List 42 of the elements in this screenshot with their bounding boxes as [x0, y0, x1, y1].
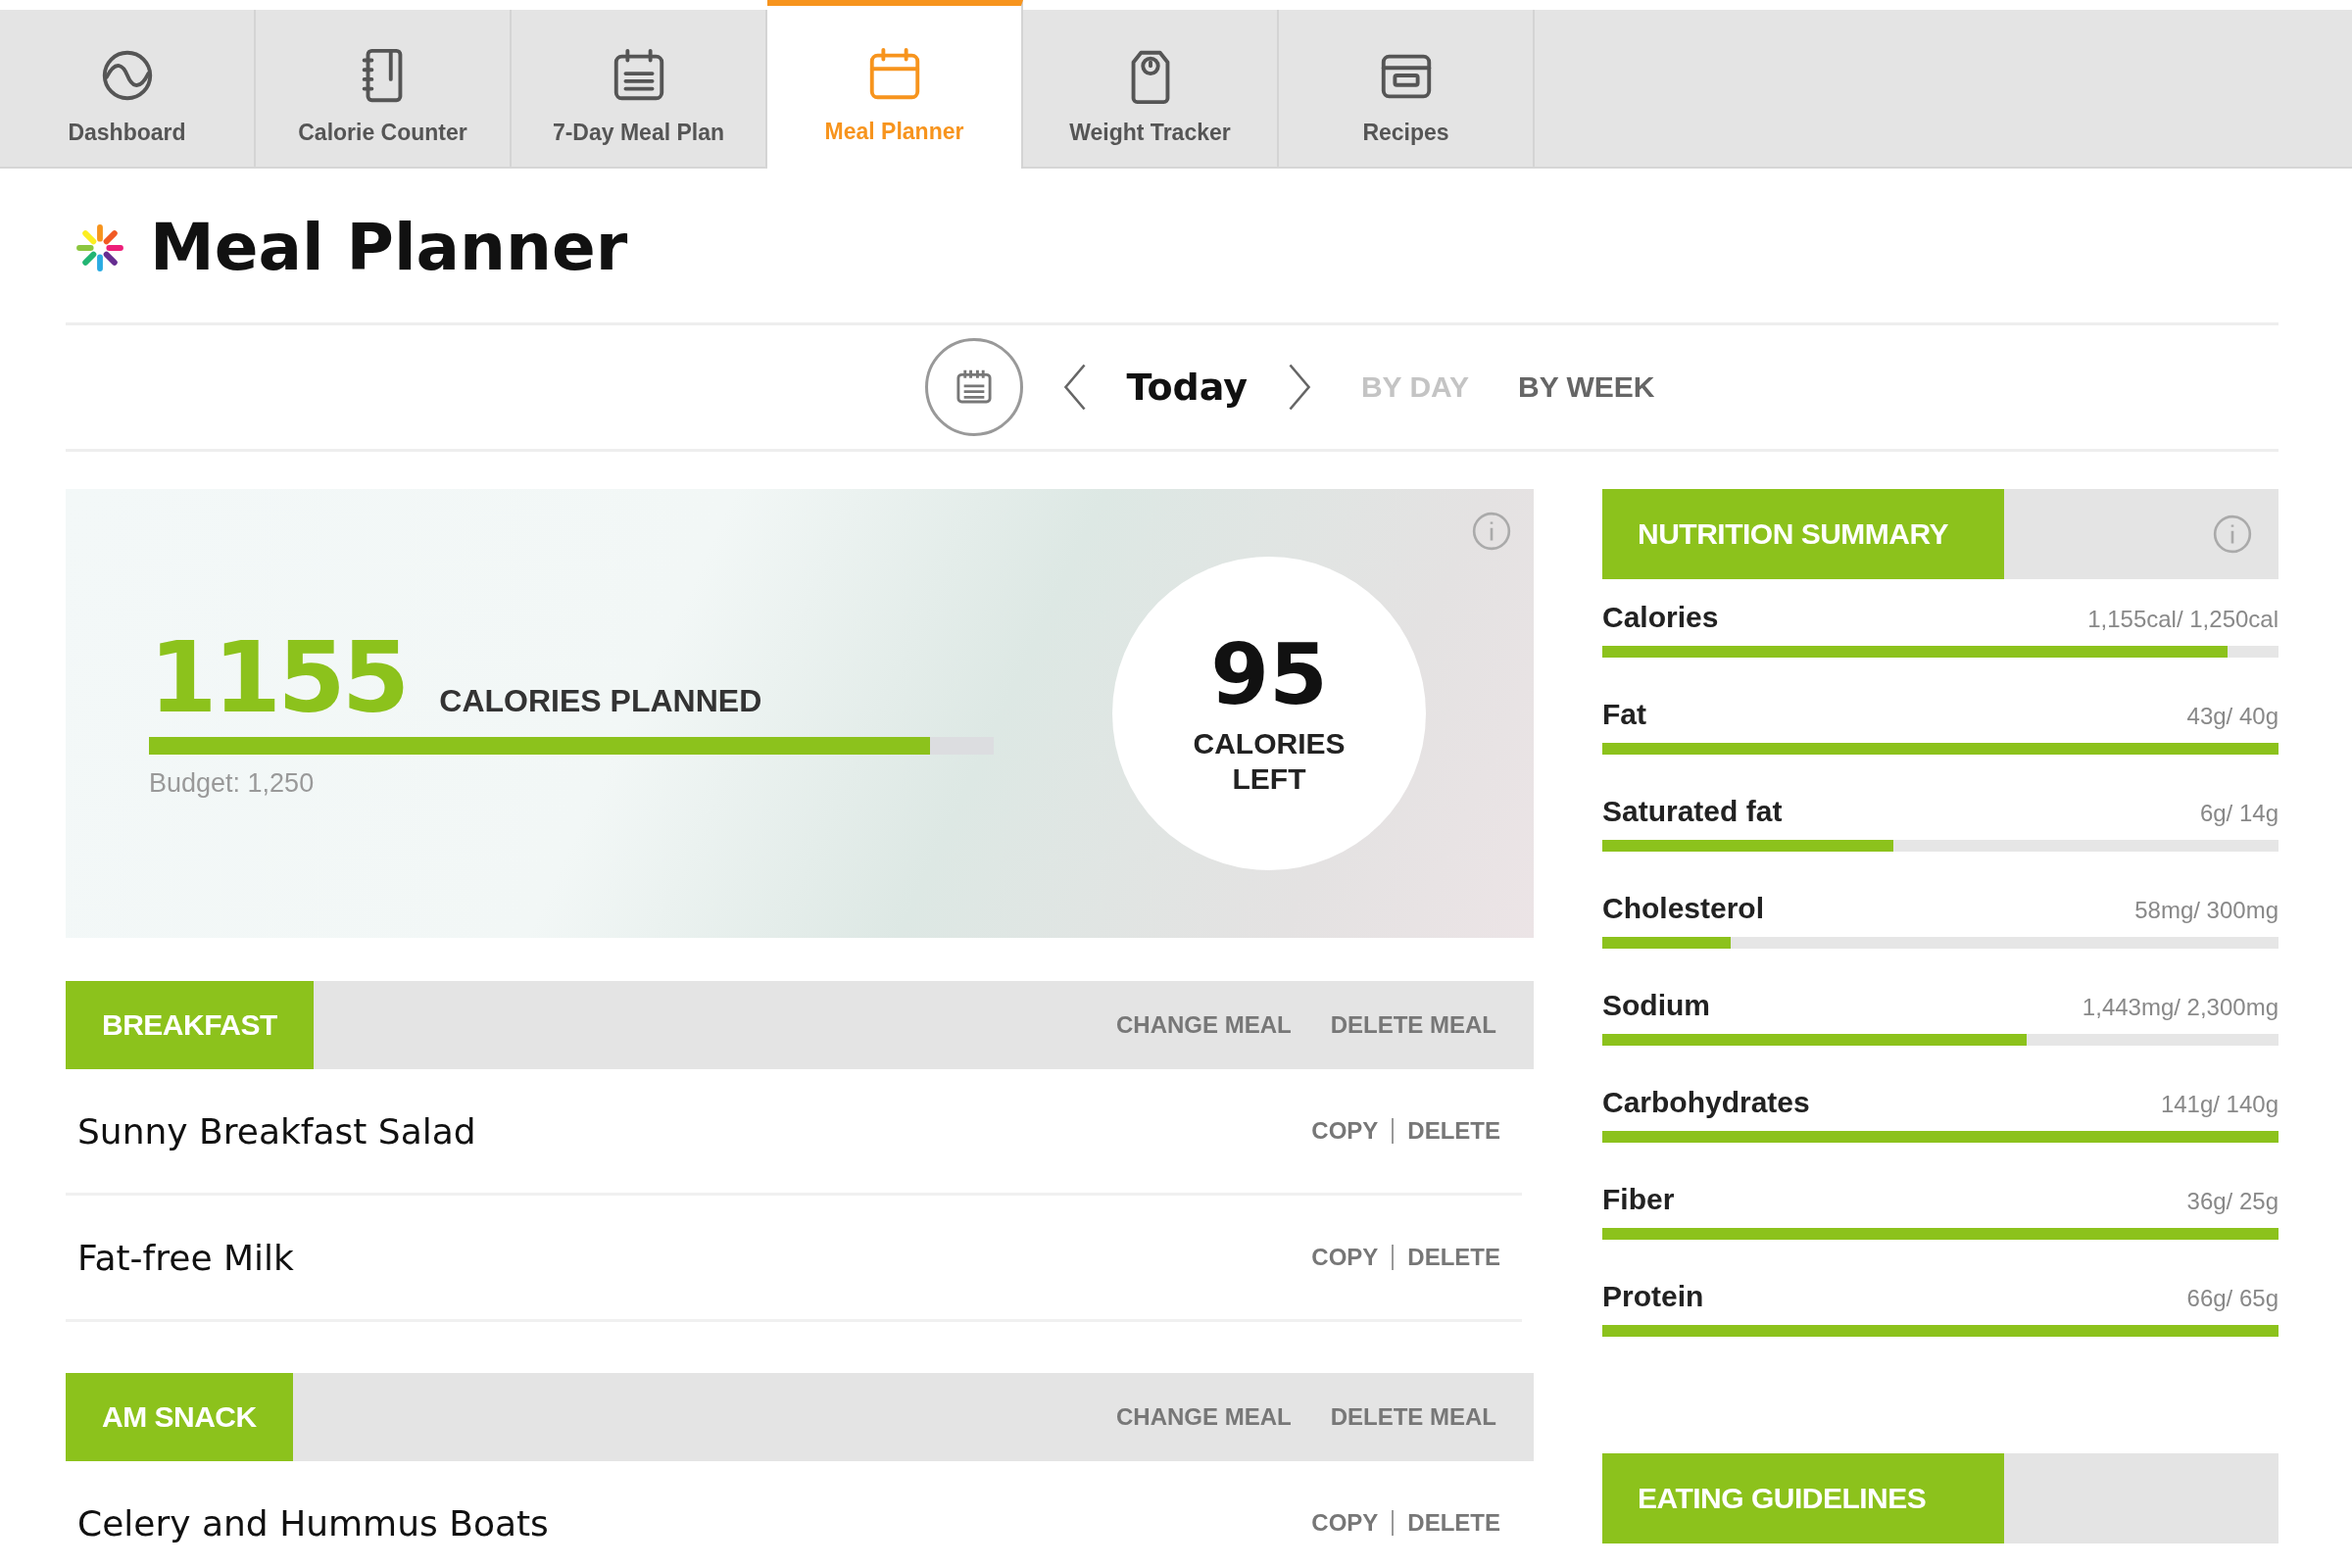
food-item-name: Celery and Hummus Boats [77, 1502, 549, 1544]
date-label: Today [1126, 366, 1248, 409]
nutrient-reading: 66g/ 65g [2186, 1285, 2278, 1312]
nutrient-reading: 36g/ 25g [2186, 1188, 2278, 1215]
item-action-link[interactable]: DELETE [1407, 1117, 1500, 1145]
planned-calories: 1155 [149, 628, 407, 727]
nutrient-reading: 6g/ 14g [2199, 800, 2278, 827]
panel-title: EATING GUIDELINES [1602, 1453, 2004, 1544]
calories-left-label: CALORIES LEFT [1192, 726, 1347, 798]
item-action-link[interactable]: DELETE [1407, 1509, 1500, 1537]
item-action-link[interactable]: COPY [1311, 1117, 1379, 1145]
nutrient-name: Saturated fat [1602, 795, 1783, 828]
item-action-link[interactable]: DELETE [1407, 1244, 1500, 1271]
tab[interactable]: Meal Planner [767, 0, 1023, 169]
meal-title: AM SNACK [66, 1373, 293, 1461]
nutrient-name: Protein [1602, 1280, 1704, 1313]
nutrient-reading: 1,155cal/ 1,250cal [2087, 606, 2278, 633]
nutrient-name: Cholesterol [1602, 892, 1765, 925]
meal-action-link[interactable]: CHANGE MEAL [1116, 1011, 1292, 1039]
nutrient-name: Sodium [1602, 989, 1710, 1022]
nutrient-reading: 141g/ 140g [2160, 1091, 2278, 1118]
nutrient-name: Calories [1602, 601, 1719, 634]
view-tab[interactable]: BY WEEK [1518, 370, 1655, 404]
food-item-name: Sunny Breakfast Salad [77, 1110, 476, 1152]
item-action-link[interactable]: COPY [1311, 1509, 1379, 1537]
meal-action-link[interactable]: CHANGE MEAL [1116, 1403, 1292, 1431]
item-action-link[interactable]: COPY [1311, 1244, 1379, 1271]
food-item-name: Fat-free Milk [77, 1237, 294, 1278]
nutrient-reading: 1,443mg/ 2,300mg [2082, 994, 2278, 1021]
nutrient-reading: 58mg/ 300mg [2134, 897, 2278, 924]
calories-left-value: 95 [1210, 629, 1328, 719]
nutrient-name: Fiber [1602, 1183, 1675, 1216]
panel-title: NUTRITION SUMMARY [1602, 489, 2004, 579]
meal-title: BREAKFAST [66, 981, 314, 1069]
nutrient-name: Carbohydrates [1602, 1086, 1810, 1119]
nutrient-reading: 43g/ 40g [2186, 703, 2278, 730]
page-title: Meal Planner [150, 210, 628, 285]
planned-label: CALORIES PLANNED [439, 682, 762, 719]
meal-action-link[interactable]: DELETE MEAL [1330, 1403, 1496, 1431]
meal-action-link[interactable]: DELETE MEAL [1330, 1011, 1496, 1039]
nutrient-name: Fat [1602, 698, 1646, 731]
budget-text: Budget: 1,250 [149, 767, 316, 799]
